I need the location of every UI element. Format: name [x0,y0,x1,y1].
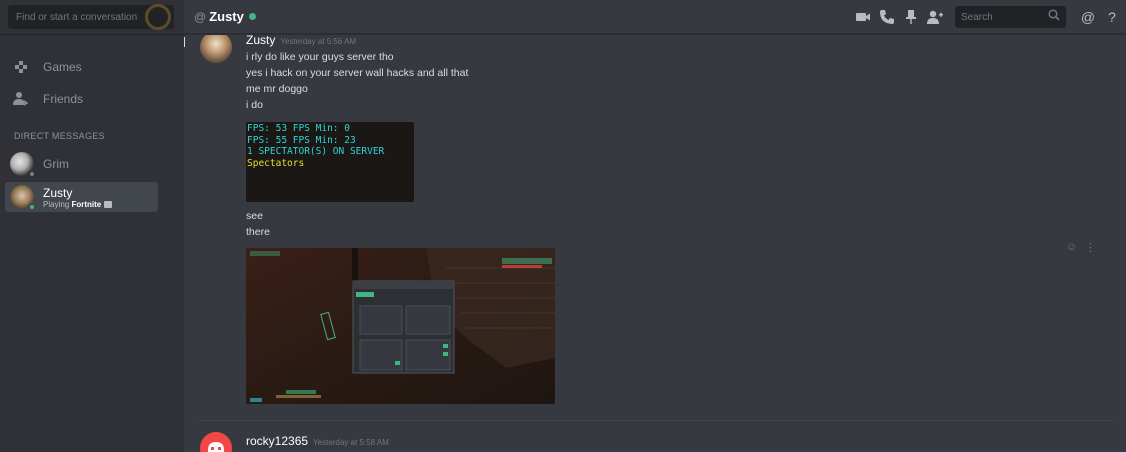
avatar[interactable] [200,35,232,63]
message-line: see [246,210,263,222]
message-hover-actions: ☺ ⋮ [1066,241,1096,254]
add-friend-icon[interactable] [923,5,947,29]
sidebar-item-label: Friends [43,92,84,106]
avatar[interactable] [200,432,232,452]
search-icon [1048,8,1060,26]
status-online-icon [28,203,36,211]
status-online-icon [248,13,256,20]
embed-line: FPS: 55 FPS Min: 23 [247,134,356,146]
sidebar-item-friends[interactable]: Friends [10,86,170,112]
activity-prefix: Playing [43,199,70,209]
header-toolbar: Search @ ? [851,0,1126,34]
message-line: i rly do like your guys server tho [246,51,394,63]
message-group: Zusty Yesterday at 5:56 AM i rly do like… [184,35,1126,415]
embed-line: 1 SPECTATOR(S) ON SERVER [247,146,385,157]
message-divider [196,420,1114,421]
message-header: Zusty Yesterday at 5:56 AM [246,35,356,47]
channel-header: @ Zusty Search @ ? [184,0,1126,34]
friends-icon [10,88,32,110]
pin-icon[interactable] [899,5,923,29]
dm-name: Zusty [43,185,73,200]
overlay-ring-icon [145,4,171,30]
activity-game: Fortnite [71,199,102,209]
message-line: yes i hack on your server wall hacks and… [246,67,469,79]
dm-name: Grim [43,157,69,171]
chat-area: @ Zusty Search @ ? Zusty Yesterday at 5:… [184,0,1126,452]
avatar [10,185,36,211]
dm-item-zusty[interactable]: Zusty Playing Fortnite [5,182,158,212]
help-icon[interactable]: ? [1100,5,1124,29]
dm-sidebar: Find or start a conversation Games Frien… [0,0,184,452]
dm-activity: Playing Fortnite [43,199,113,209]
message-list[interactable]: Zusty Yesterday at 5:56 AM i rly do like… [184,35,1126,452]
voice-call-icon[interactable] [875,5,899,29]
app-window: Find or start a conversation Games Frien… [0,0,1126,452]
sidebar-item-games[interactable]: Games [10,54,170,80]
author-name[interactable]: rocky12365 [246,434,308,448]
avatar [10,152,36,178]
embed-line: Spectators [247,157,305,169]
more-options-icon[interactable]: ⋮ [1085,241,1096,254]
dm-item-grim[interactable]: Grim [5,149,158,179]
image-attachment-screenshot[interactable] [246,248,555,404]
page-title: Zusty [209,9,244,24]
rich-presence-icon [104,200,113,208]
game-screenshot-graphic [246,248,555,404]
message-timestamp: Yesterday at 5:58 AM [313,438,389,447]
message-header: rocky12365 Yesterday at 5:58 AM [246,434,389,448]
controller-icon [10,56,32,78]
embed-line: FPS: 53 FPS Min: 0 [247,123,350,134]
message-line: me mr doggo [246,83,308,95]
sidebar-item-label: Games [43,60,82,74]
default-avatar-icon [208,442,224,452]
direct-messages-heading: DIRECT MESSAGES [14,131,105,141]
sidebar-divider [0,34,184,35]
at-symbol: @ [194,9,207,24]
status-offline-icon [28,170,36,178]
message-line: i do [246,99,263,111]
mentions-icon[interactable]: @ [1076,5,1100,29]
add-reaction-icon[interactable]: ☺ [1066,241,1077,254]
find-conversation-placeholder: Find or start a conversation [16,11,138,23]
video-call-icon[interactable] [851,5,875,29]
author-name[interactable]: Zusty [246,35,275,47]
image-attachment-fps[interactable]: FPS: 53 FPS Min: 0 FPS: 55 FPS Min: 23 1… [246,122,414,202]
message-line: there [246,226,270,238]
message-group: rocky12365 Yesterday at 5:58 AM [184,432,1126,452]
search-input[interactable]: Search [955,6,1066,28]
message-timestamp: Yesterday at 5:56 AM [280,37,357,46]
dm-text: Zusty Playing Fortnite [43,185,113,209]
search-placeholder: Search [961,11,993,23]
